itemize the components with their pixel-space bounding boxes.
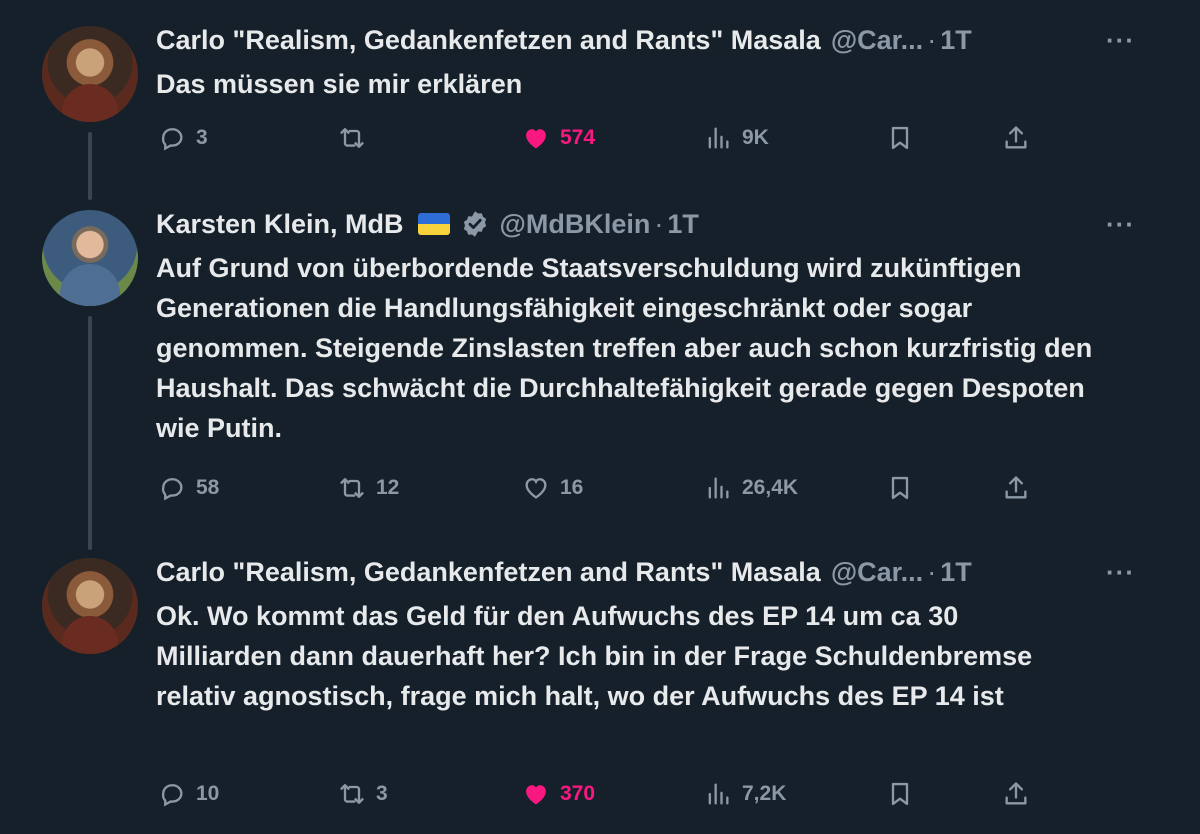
author-handle[interactable]: @MdBKlein [500,209,651,240]
timestamp[interactable]: 1T [940,557,972,588]
share-button[interactable] [1002,468,1040,508]
bookmark-button[interactable] [886,774,924,814]
timestamp[interactable]: 1T [667,209,699,240]
tweet[interactable]: Karsten Klein, MdB @MdBKlein · 1T ··· Au… [0,190,1200,540]
tweet-text: Das müssen sie mir erklären [156,69,523,99]
separator-dot: · [927,24,937,55]
avatar[interactable] [42,558,138,654]
reply-count: 3 [196,126,208,149]
avatar[interactable] [42,210,138,306]
like-button[interactable]: 16 [522,468,583,508]
verified-badge-icon[interactable] [460,209,490,239]
reply-count: 58 [196,476,220,499]
views-icon [708,127,729,149]
views-count: 7,2K [742,782,787,805]
bookmark-button[interactable] [886,118,924,158]
share-icon [1005,476,1027,499]
share-icon [1005,126,1027,149]
bookmark-icon [891,476,909,500]
author-handle[interactable]: @Car... [831,25,923,56]
like-count: 574 [560,126,596,149]
reply-icon [161,128,183,151]
share-icon [1005,782,1027,805]
tweet[interactable]: Carlo "Realism, Gedankenfetzen and Rants… [0,0,1200,190]
author-handle[interactable]: @Car... [831,557,923,588]
bookmark-button[interactable] [886,468,924,508]
retweet-icon [340,478,364,498]
reply-button[interactable]: 3 [158,118,208,158]
author-name[interactable]: Karsten Klein, MdB [156,209,404,240]
retweet-button[interactable] [338,118,376,158]
heart-filled-icon [526,785,546,805]
bookmark-icon [891,782,909,806]
views-button[interactable]: 9K [704,118,769,158]
reply-icon [161,784,183,807]
reply-count: 10 [196,782,220,805]
share-button[interactable] [1002,774,1040,814]
author-name[interactable]: Carlo "Realism, Gedankenfetzen and Rants… [156,557,821,588]
tweet-text: Auf Grund von überbordende Staatsverschu… [156,253,1093,443]
tweet-header: Carlo "Realism, Gedankenfetzen and Rants… [156,20,972,60]
views-button[interactable]: 26,4K [704,468,798,508]
views-button[interactable]: 7,2K [704,774,786,814]
views-icon [708,477,729,499]
bookmark-icon [891,126,909,150]
like-button[interactable]: 574 [522,118,595,158]
tweet-actions: 58 12 16 26,4K [0,468,1200,508]
tweet-text: Ok. Wo kommt das Geld für den Aufwuchs d… [156,601,1033,711]
separator-dot: · [927,556,937,587]
like-count: 370 [560,782,596,805]
avatar[interactable] [42,26,138,122]
retweet-button[interactable]: 3 [338,774,388,814]
retweet-count: 12 [376,476,400,499]
author-name[interactable]: Carlo "Realism, Gedankenfetzen and Rants… [156,25,821,56]
tweet-header: Carlo "Realism, Gedankenfetzen and Rants… [156,552,972,592]
separator-dot: · [654,208,664,239]
reply-button[interactable]: 10 [158,774,219,814]
timestamp[interactable]: 1T [940,25,972,56]
heart-icon [525,478,547,499]
retweet-icon [340,784,364,804]
like-button[interactable]: 370 [522,774,595,814]
views-icon [708,783,729,805]
tweet-actions: 10 3 370 7,2K [0,774,1200,814]
reply-icon [161,478,183,501]
tweet[interactable]: Carlo "Realism, Gedankenfetzen and Rants… [0,540,1200,834]
tweet-actions: 3 574 9K [0,118,1200,158]
share-button[interactable] [1002,118,1040,158]
like-count: 16 [560,476,584,499]
retweet-count: 3 [376,782,388,805]
views-count: 26,4K [742,476,799,499]
more-options-icon[interactable]: ··· [1106,211,1135,237]
ukraine-flag-icon [417,213,450,235]
views-count: 9K [742,126,769,149]
retweet-icon [340,128,364,148]
reply-button[interactable]: 58 [158,468,219,508]
heart-filled-icon [526,129,546,149]
tweet-header: Karsten Klein, MdB @MdBKlein · 1T [156,204,699,244]
more-options-icon[interactable]: ··· [1106,559,1135,585]
retweet-button[interactable]: 12 [338,468,399,508]
more-options-icon[interactable]: ··· [1106,27,1135,53]
